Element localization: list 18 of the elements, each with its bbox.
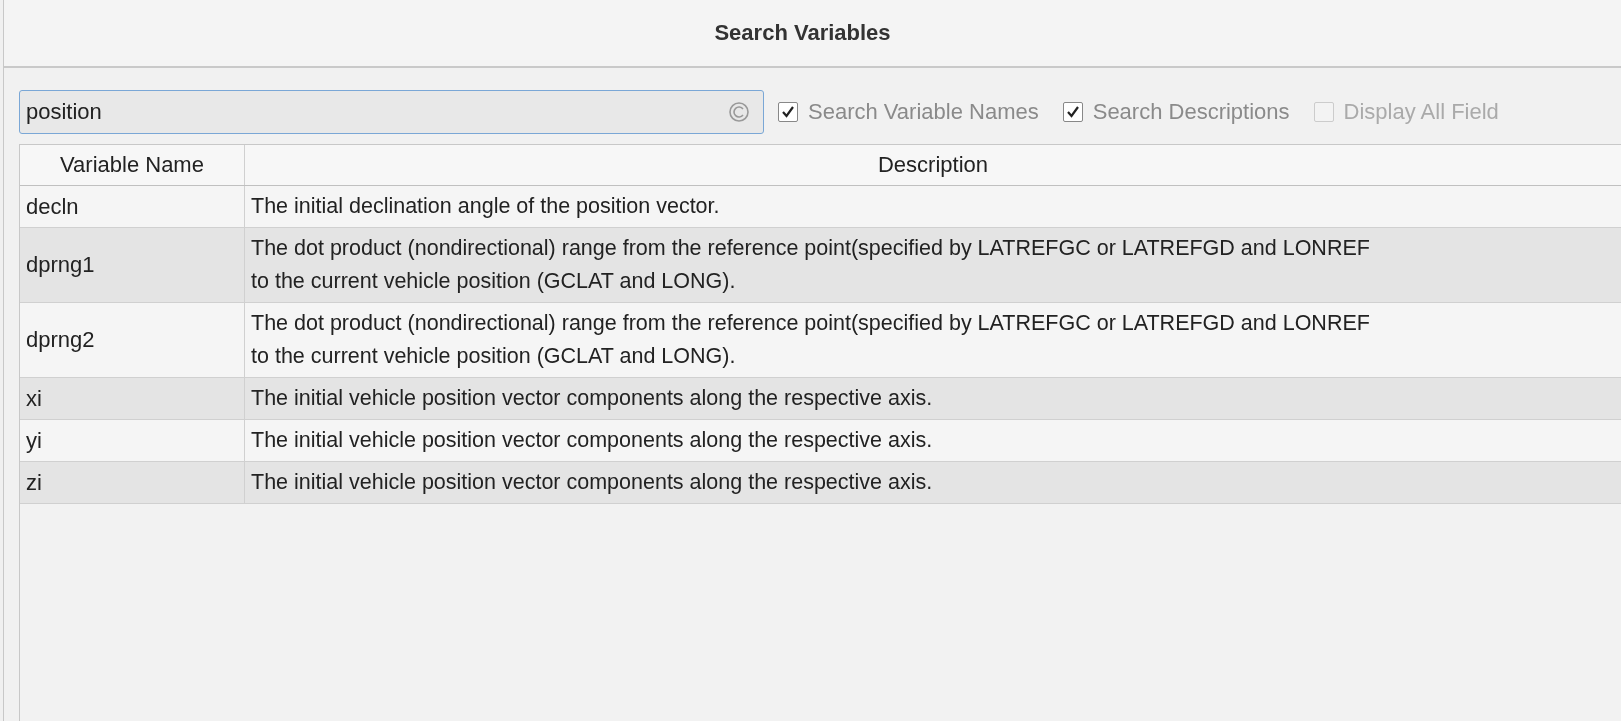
table-cell-text: The initial declination angle of the position vector. <box>251 193 720 220</box>
table-cell-text: The dot product (nondirectional) range from the reference point(specified by LATREFGC or LATREFGD and LONREF to the current vehicle position (GCLAT and LONG). <box>251 310 1370 370</box>
table-cell: decln <box>26 193 79 220</box>
table-cell-text: The initial vehicle position vector components along the respective axis. <box>251 385 933 412</box>
checkbox[interactable] <box>1062 102 1083 122</box>
table-cell: zi <box>26 469 42 496</box>
column-header[interactable]: Description <box>245 145 1621 185</box>
window-title: Search Variables <box>714 20 891 46</box>
checkbox[interactable] <box>778 102 798 122</box>
table-cell-text: The initial vehicle position vector components along the respective axis. <box>251 427 933 454</box>
table-cell: xi <box>26 385 42 412</box>
table-cell-text: The dot product (nondirectional) range from the reference point(specified by LATREFGC or LATREFGD and LONREF to the current vehicle position (GCLAT and LONG). <box>251 235 1370 295</box>
table-cell: dprng1 <box>26 252 95 278</box>
table-cell: yi <box>26 427 42 454</box>
table-cell-text: The initial vehicle position vector components along the respective axis. <box>251 469 933 496</box>
search-field[interactable]: position <box>19 90 764 134</box>
table-cell: dprng2 <box>26 327 95 353</box>
column-header[interactable]: Variable Name <box>20 145 245 185</box>
